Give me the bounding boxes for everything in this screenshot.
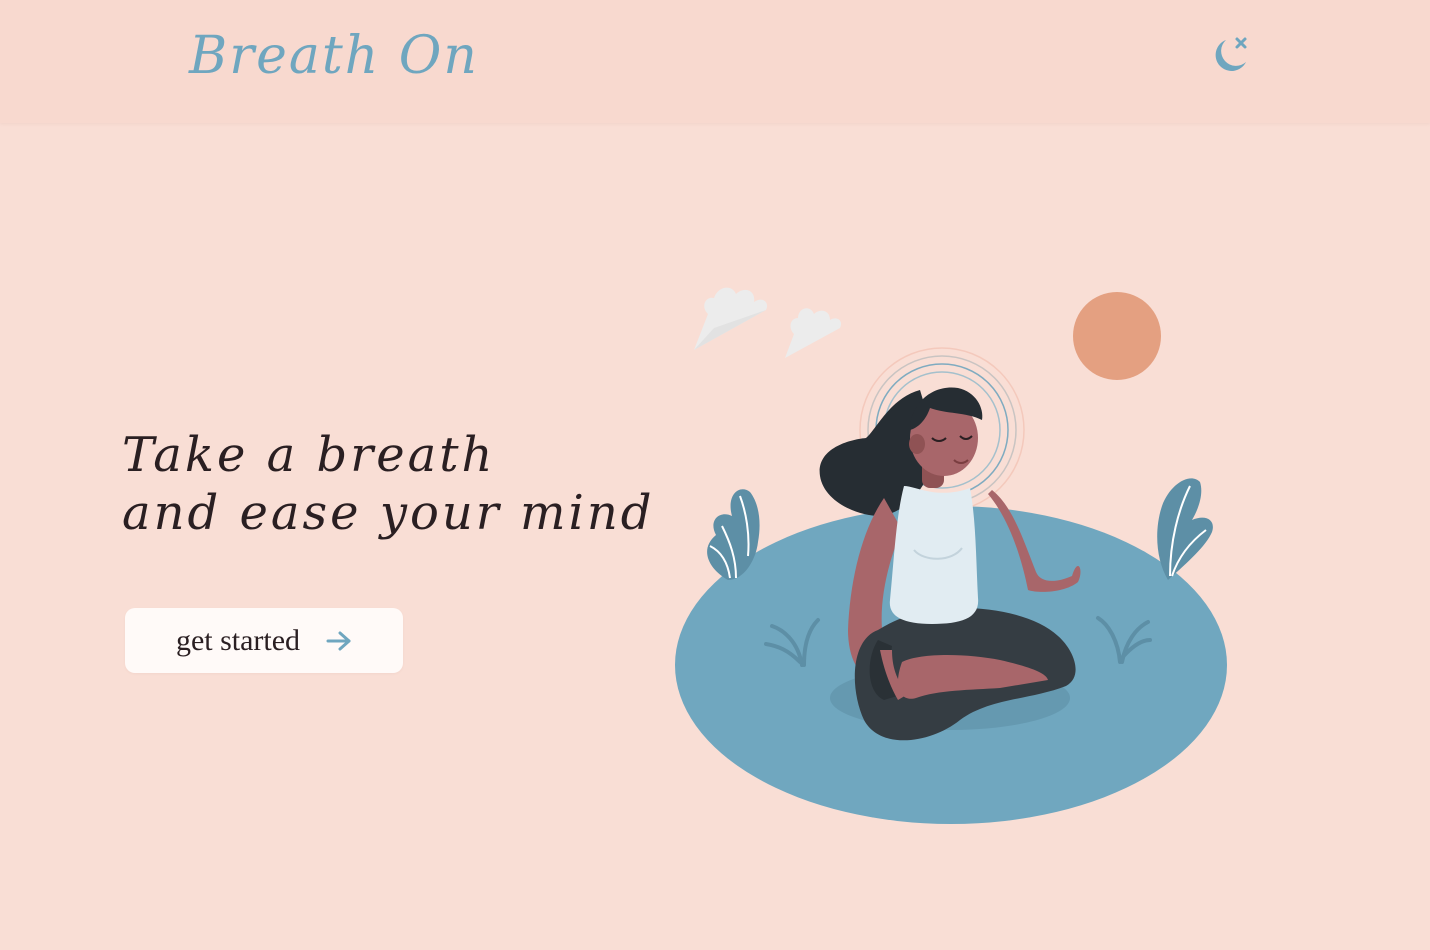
- hero-title-line-1: Take a breath: [122, 427, 496, 483]
- plant-right: [1157, 478, 1213, 580]
- hero-title: Take a breath and ease your mind: [122, 426, 654, 542]
- hero-title-line-2: and ease your mind: [122, 485, 655, 541]
- get-started-button[interactable]: get started: [125, 608, 403, 673]
- top-header: Breath On: [0, 0, 1430, 123]
- get-started-label: get started: [175, 623, 301, 657]
- moon-star-icon: [1215, 37, 1247, 71]
- cloud-right: [785, 308, 842, 358]
- cloud-left: [694, 287, 768, 350]
- woman-meditating-illustration: [675, 287, 1227, 824]
- brand-logo[interactable]: Breath On: [189, 26, 479, 86]
- arrow-right-icon: [326, 631, 351, 650]
- theme-toggle-button[interactable]: [1206, 32, 1254, 80]
- sun-shape: [1073, 292, 1161, 380]
